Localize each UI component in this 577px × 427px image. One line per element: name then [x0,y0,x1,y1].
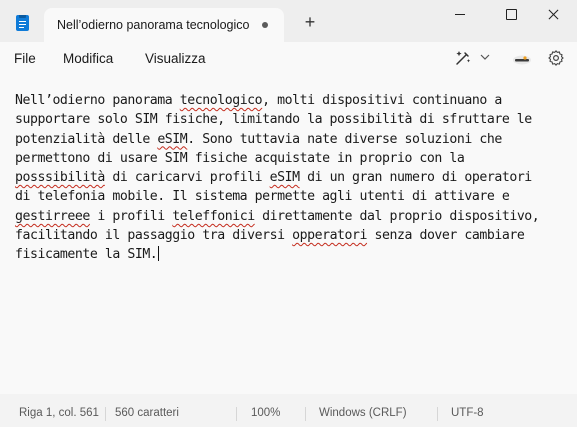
text-segment: . Sono tuttavia nate diverse soluzioni c… [187,131,502,147]
zoom-level[interactable]: 100% [251,407,280,419]
maximize-button[interactable] [488,0,534,30]
text-line: di telefonia mobile. Il sistema permette… [15,187,577,206]
text-segment: , molti dispositivi continuano a [262,93,502,108]
text-line: supportare solo SIM fisiche, limitando l… [15,110,577,129]
close-button[interactable] [531,0,577,30]
gear-icon[interactable] [547,49,565,67]
cursor-position: Riga 1, col. 561 [19,407,99,419]
encoding[interactable]: UTF-8 [451,407,484,419]
menu-bar: File Modifica Visualizza [0,42,577,74]
text-editor[interactable]: Nell’odierno panorama tecnologico, molti… [0,74,577,394]
text-line: potenzialità delle eSIM. Sono tuttavia n… [15,130,577,149]
menu-edit[interactable]: Modifica [63,51,113,66]
text-segment: supportare solo SIM fisiche, limitando l… [15,112,532,128]
line-ending[interactable]: Windows (CRLF) [319,407,407,419]
text-line: gestirreee i profili teleffonici diretta… [15,207,577,226]
unsaved-indicator-icon[interactable] [262,22,268,28]
status-divider [105,407,106,421]
status-divider [236,407,237,421]
text-segment: di un gran numero di operatori [299,170,532,186]
text-line: permettono di usare SIM fisiche acquista… [15,149,577,168]
chevron-down-icon[interactable] [480,48,492,66]
status-divider [437,407,438,421]
text-segment: senza dover cambiare [367,228,525,244]
status-bar: Riga 1, col. 561 560 caratteri 100% Wind… [0,401,577,427]
text-segment: permettono di usare SIM fisiche acquista… [15,150,465,166]
text-segment: facilitando il passaggio tra diversi [15,228,293,244]
text-line: Nell’odierno panorama tecnologico, molti… [15,91,577,110]
document-text[interactable]: Nell’odierno panorama tecnologico, molti… [15,91,577,265]
menu-view[interactable]: Visualizza [145,51,206,66]
minimize-button[interactable] [438,0,484,30]
status-divider [305,407,306,421]
text-segment: potenzialità delle [15,131,158,147]
misspelled-word[interactable]: gestirreee [15,209,90,224]
character-count: 560 caratteri [115,407,179,419]
menu-file[interactable]: File [14,51,36,66]
account-icon[interactable] [512,53,532,65]
text-segment: di telefonia mobile. Il sistema permette… [15,189,510,205]
notepad-icon [16,15,29,31]
tab-title: Nell’odierno panorama tecnologico [57,18,250,32]
misspelled-word[interactable]: eSIM [157,132,187,147]
misspelled-word[interactable]: tecnologico [180,93,263,108]
document-tab[interactable]: Nell’odierno panorama tecnologico [44,8,284,42]
text-line: posssibilità di caricarvi profili eSIM d… [15,168,577,187]
misspelled-word[interactable]: eSIM [270,170,300,185]
copilot-icon[interactable] [453,48,473,68]
misspelled-word[interactable]: teleffonici [172,209,255,224]
new-tab-button[interactable]: + [298,12,322,34]
misspelled-word[interactable]: posssibilità [15,170,105,185]
text-line: fisicamente la SIM. [15,245,577,264]
text-segment: direttamente dal proprio dispositivo, [254,208,540,224]
text-segment: Nell’odierno panorama [15,93,180,108]
text-segment: di caricarvi profili [104,170,270,186]
text-segment: fisicamente la SIM. [15,247,158,263]
text-caret [158,246,160,262]
text-line: facilitando il passaggio tra diversi opp… [15,226,577,245]
title-bar: Nell’odierno panorama tecnologico + [0,0,577,42]
text-segment: i profili [89,208,173,224]
misspelled-word[interactable]: opperatori [292,228,367,243]
